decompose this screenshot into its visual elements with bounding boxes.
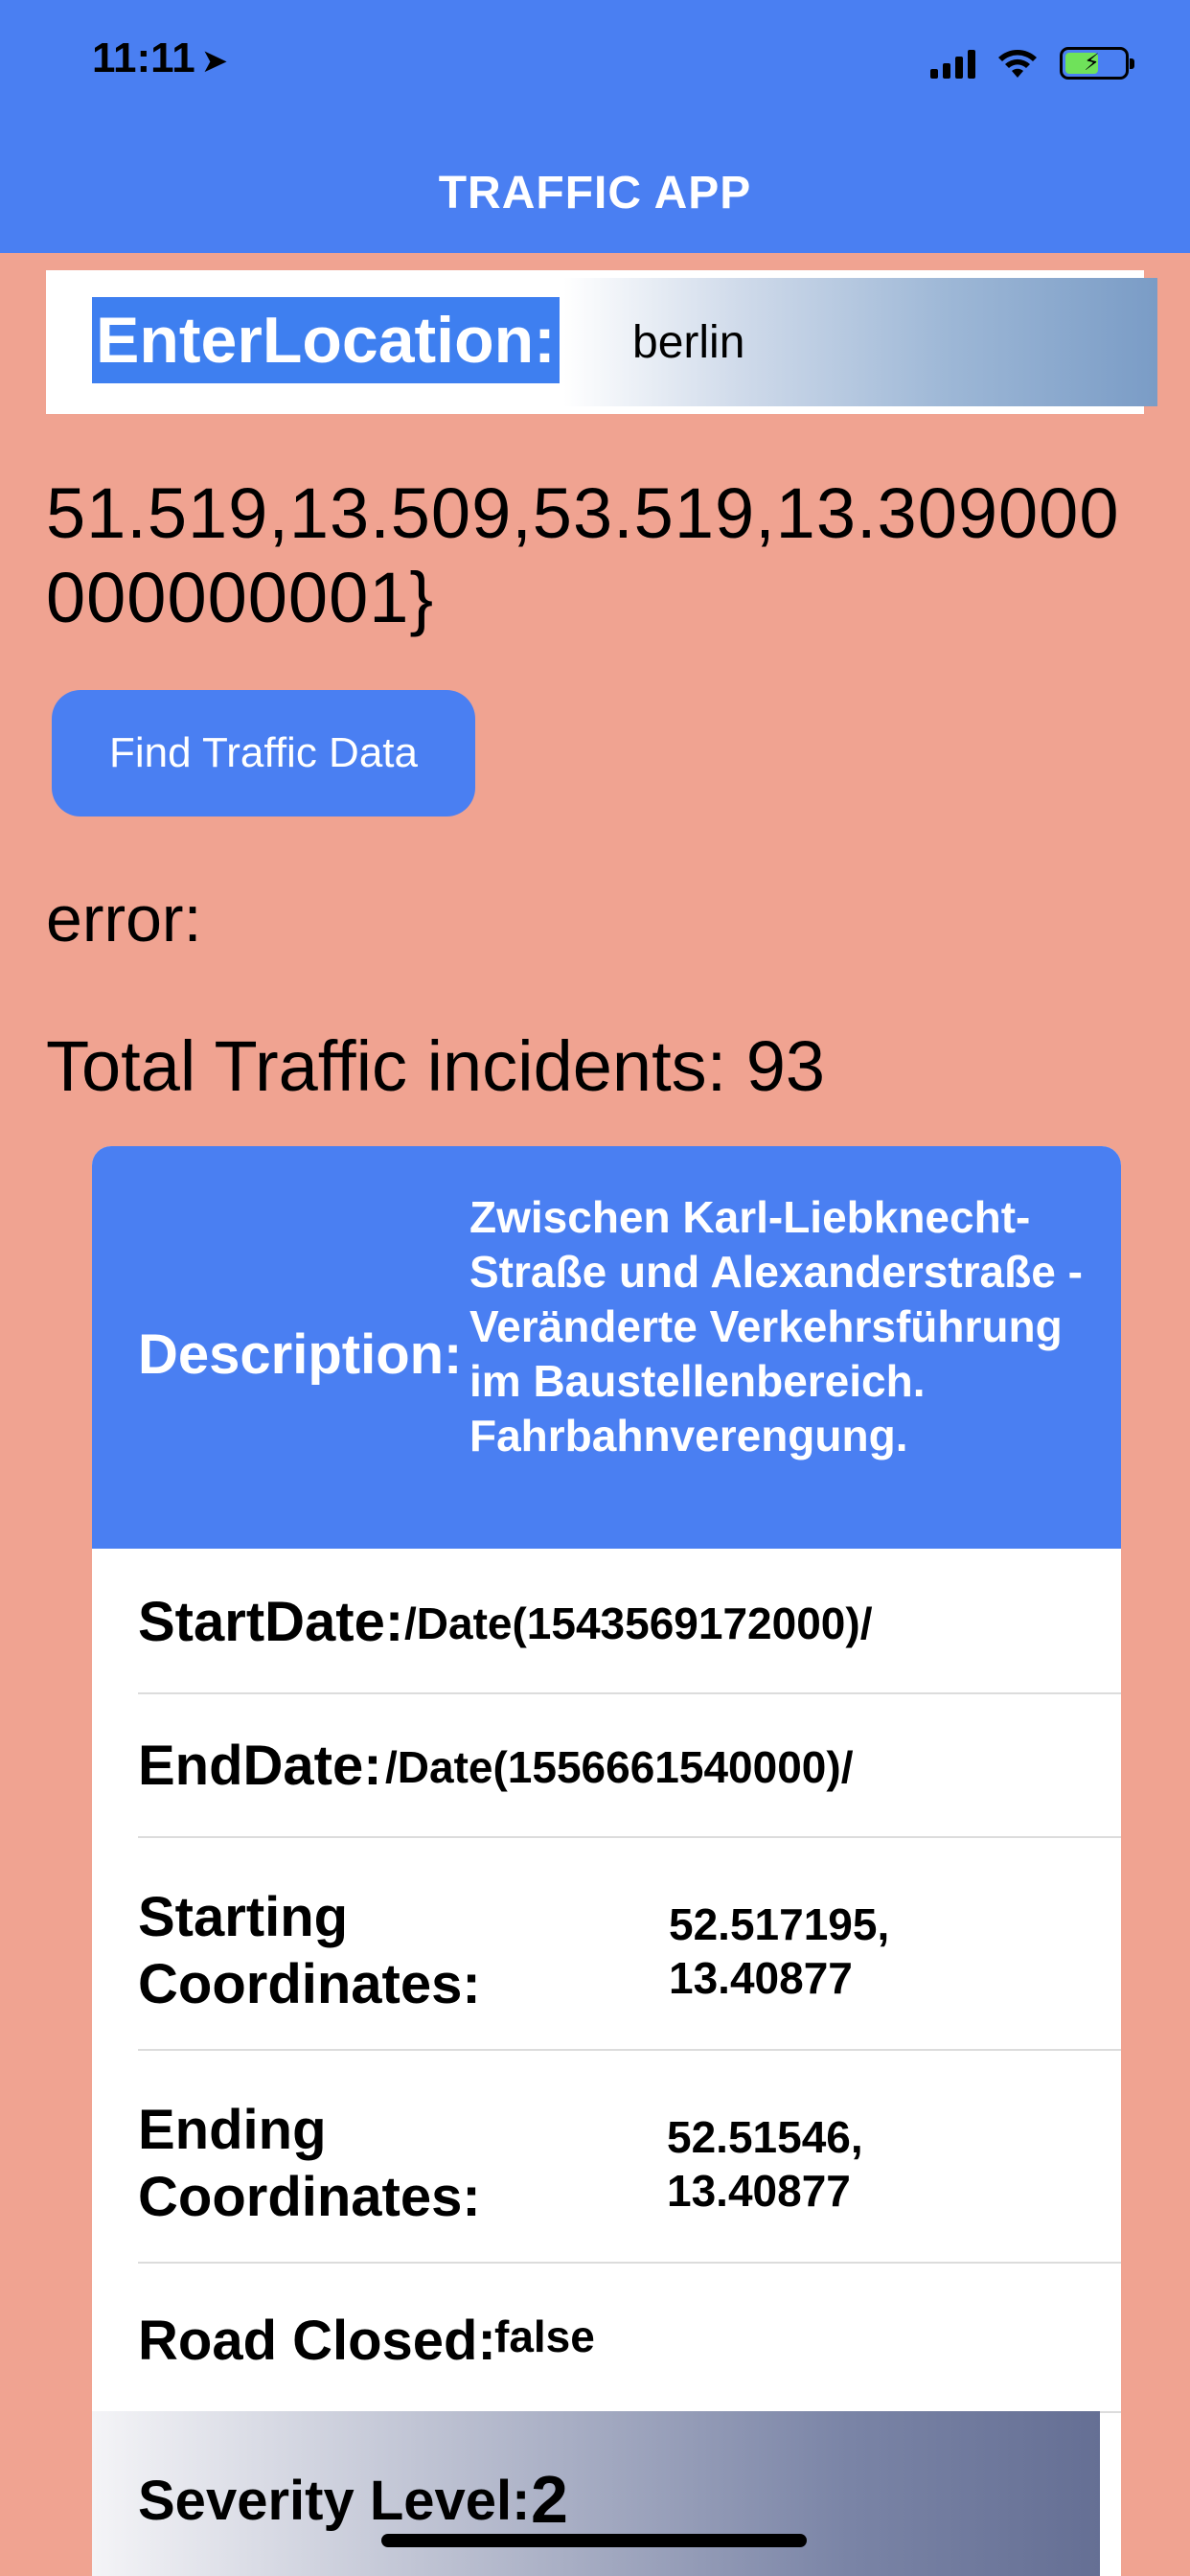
status-icons: ⚡ (930, 42, 1134, 84)
starting-coordinates-value-1: 52.517195, (669, 1899, 890, 1949)
severity-label: Severity Level: (138, 2470, 531, 2532)
app-title: TRAFFIC APP (438, 168, 752, 218)
end-date-label: EndDate: (138, 1735, 382, 1797)
severity-value: 2 (531, 2462, 568, 2537)
status-time-text: 11:11 (92, 34, 195, 81)
starting-coordinates-row: Starting Coordinates: 52.517195, 13.4087… (138, 1836, 1121, 2051)
start-date-row: StartDate: /Date(1543569172000)/ (138, 1549, 1121, 1694)
navigation-header: 11:11 ➤ ⚡ TRAFFIC APP (0, 0, 1190, 253)
incident-card: Description: Zwischen Karl-Liebknecht-St… (92, 1146, 1121, 2576)
error-text: error: (46, 883, 202, 955)
ending-coordinates-value-1: 52.51546, (667, 2112, 863, 2162)
description-row: Description: Zwischen Karl-Liebknecht-St… (92, 1146, 1121, 1549)
find-traffic-data-button[interactable]: Find Traffic Data (52, 690, 475, 816)
wifi-icon (998, 50, 1037, 78)
starting-coordinates-value-2: 13.40877 (669, 1953, 853, 2003)
location-form: EnterLocation: (46, 270, 1157, 414)
starting-coordinates-label-2: Coordinates: (138, 1953, 481, 2015)
description-label: Description: (138, 1323, 463, 1386)
road-closed-label: Road Closed: (138, 2310, 496, 2372)
location-label: EnterLocation: (92, 297, 560, 383)
bounding-box-text: 51.519,13.509,53.519,13.309000000000001} (46, 473, 1120, 637)
total-incidents-text: Total Traffic incidents: 93 (46, 1026, 826, 1106)
ending-coordinates-label-2: Coordinates: (138, 2166, 481, 2228)
location-arrow-icon: ➤ (200, 43, 229, 80)
starting-coordinates-label-1: Starting (138, 1886, 349, 1948)
road-closed-row: Road Closed: false (138, 2262, 1121, 2413)
location-input[interactable] (563, 278, 1157, 406)
battery-charging-icon: ⚡ (1060, 47, 1134, 80)
ending-coordinates-row: Ending Coordinates: 52.51546, 13.40877 (138, 2049, 1121, 2264)
start-date-label: StartDate: (138, 1591, 404, 1653)
severity-row: Severity Level: 2 (92, 2411, 1100, 2576)
home-indicator[interactable] (381, 2534, 807, 2547)
ending-coordinates-value-2: 13.40877 (667, 2166, 851, 2216)
status-time: 11:11 ➤ (92, 34, 228, 82)
description-value: Zwischen Karl-Liebknecht-Straße und Alex… (469, 1192, 1083, 1460)
signal-icon (930, 48, 975, 79)
ending-coordinates-label-1: Ending (138, 2099, 327, 2161)
end-date-value: /Date(1556661540000)/ (385, 1742, 854, 1792)
end-date-row: EndDate: /Date(1556661540000)/ (138, 1692, 1121, 1838)
start-date-value: /Date(1543569172000)/ (404, 1598, 873, 1648)
road-closed-value: false (494, 2312, 595, 2361)
